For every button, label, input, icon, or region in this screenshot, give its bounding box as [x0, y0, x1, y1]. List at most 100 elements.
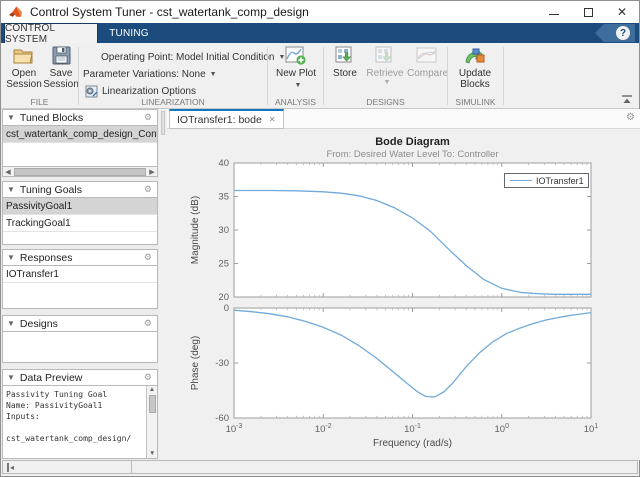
legend-label: IOTransfer1 [536, 175, 584, 186]
matlab-logo-icon [8, 6, 23, 17]
scroll-right-icon[interactable]: ▶ [147, 168, 157, 176]
designs-list [2, 332, 158, 363]
list-item[interactable]: IOTransfer1 [3, 266, 157, 283]
parameter-variations-label: Parameter Variations: [83, 69, 179, 80]
plot-legend[interactable]: IOTransfer1 [504, 173, 589, 188]
x-tick-label: 10-2 [315, 423, 332, 435]
panel-header-responses[interactable]: ▼ Responses ⚙ [2, 249, 158, 266]
vertical-scrollbar[interactable]: ▲ ▼ [146, 386, 157, 458]
x-tick-label: 100 [495, 423, 510, 435]
gear-icon[interactable]: ⚙ [144, 252, 152, 263]
panel-header-tuning-goals[interactable]: ▼ Tuning Goals ⚙ [2, 181, 158, 198]
collapse-triangle-icon[interactable]: ▼ [7, 319, 15, 328]
close-tab-icon[interactable]: ✕ [269, 115, 276, 124]
ribbon-section-linearization: Operating Point: Model Initial Condition… [79, 43, 285, 108]
save-disk-icon [52, 46, 70, 65]
list-item[interactable]: TrackingGoal1 [3, 215, 157, 232]
sidebar: ▼ Tuned Blocks ⚙ cst_watertank_comp_desi… [1, 109, 159, 460]
legend-line-sample [510, 180, 532, 181]
x-tick-label: 10-3 [226, 423, 243, 435]
panel-header-data-preview[interactable]: ▼ Data Preview ⚙ [2, 369, 158, 386]
scroll-down-icon[interactable]: ▼ [149, 450, 155, 457]
gear-icon[interactable]: ⚙ [144, 184, 152, 195]
operating-point-label: Operating Point: [101, 52, 174, 63]
retrieve-icon [375, 46, 392, 63]
y-tick-label: 35 [218, 192, 229, 203]
section-label-simulink: SIMULINK [455, 97, 496, 107]
compare-button[interactable]: Compare [407, 46, 448, 96]
plot-subtitle: From: Desired Water Level To: Controller [326, 149, 499, 160]
tab-tuning[interactable]: TUNING [98, 23, 160, 43]
panel-header-designs[interactable]: ▼ Designs ⚙ [2, 315, 158, 332]
retrieve-button[interactable]: Retrieve ▼ [365, 46, 405, 96]
collapse-triangle-icon[interactable]: ▼ [7, 185, 15, 194]
collapse-triangle-icon[interactable]: ▼ [7, 113, 15, 122]
chevron-down-icon: ▼ [294, 82, 302, 89]
collapse-sidebar-button[interactable]: ◂ [7, 462, 14, 472]
status-bar-right [132, 460, 638, 474]
scrollbar-thumb[interactable] [148, 395, 156, 413]
y-tick-label: -60 [215, 413, 229, 424]
plot-title: Bode Diagram [375, 136, 450, 148]
ribbon-section-file: Open Session Save Session FILE [1, 43, 81, 108]
collapse-triangle-icon[interactable]: ▼ [7, 253, 15, 262]
panel-header-tuned-blocks[interactable]: ▼ Tuned Blocks ⚙ [2, 109, 158, 126]
data-preview-text: Passivity Tuning Goal Name: PassivityGoal… [6, 390, 132, 443]
close-button[interactable]: ✕ [605, 1, 639, 23]
list-item[interactable]: cst_watertank_comp_design_Controller [3, 126, 157, 143]
y-tick-label: -30 [215, 358, 229, 369]
window-title: Control System Tuner - cst_watertank_com… [30, 5, 309, 19]
ribbon-section-analysis: New Plot ▼ ANALYSIS [268, 43, 323, 108]
collapse-triangle-icon[interactable]: ▼ [7, 373, 15, 382]
x-tick-label: 10-1 [404, 423, 421, 435]
new-plot-icon [285, 46, 306, 65]
status-bar: ◂ [1, 460, 639, 475]
document-tab-bar: IOTransfer1: bode ✕ ⚙ [167, 109, 640, 129]
gear-icon[interactable]: ⚙ [626, 112, 635, 123]
x-axis-label: Frequency (rad/s) [373, 438, 452, 449]
status-bar-left: ◂ [2, 460, 132, 474]
y-tick-label: 0 [224, 303, 229, 314]
responses-list: IOTransfer1 [2, 266, 158, 309]
horizontal-scrollbar[interactable]: ◀ ▶ [2, 167, 158, 177]
ribbon-section-designs: Store Retrieve ▼ Compare DESIGNS [324, 43, 448, 108]
new-plot-button[interactable]: New Plot ▼ [276, 46, 316, 96]
update-blocks-button[interactable]: Update Blocks [455, 46, 495, 96]
sidebar-splitter[interactable] [159, 109, 167, 460]
section-label-designs: DESIGNS [366, 97, 405, 107]
save-session-button[interactable]: Save Session [41, 46, 81, 96]
bode-figure: Bode Diagram From: Desired Water Level T… [167, 129, 640, 460]
list-item[interactable]: PassivityGoal1 [3, 198, 157, 215]
document-tab-iotransfer1-bode[interactable]: IOTransfer1: bode ✕ [169, 109, 284, 129]
magnitude-axis-label: Magnitude (dB) [190, 196, 201, 264]
help-button[interactable]: ? [595, 24, 635, 42]
minimize-button[interactable] [537, 1, 571, 23]
store-button[interactable]: Store [327, 46, 363, 96]
gear-icon[interactable]: ⚙ [144, 318, 152, 329]
data-preview-panel: Passivity Tuning Goal Name: PassivityGoal… [2, 386, 158, 459]
collapse-ribbon-button[interactable] [621, 95, 633, 104]
open-session-button[interactable]: Open Session [4, 46, 44, 96]
help-icon: ? [616, 26, 630, 40]
scrollbar-thumb[interactable] [14, 167, 146, 176]
gear-icon[interactable]: ⚙ [144, 372, 152, 383]
tuning-goals-list: PassivityGoal1 TrackingGoal1 [2, 198, 158, 245]
tab-control-system[interactable]: CONTROL SYSTEM [4, 23, 98, 45]
chevron-down-icon[interactable]: ▼ [210, 71, 217, 78]
scroll-up-icon[interactable]: ▲ [147, 386, 157, 393]
app-window: Control System Tuner - cst_watertank_com… [0, 0, 640, 477]
phase-axes [233, 307, 592, 419]
section-label-analysis: ANALYSIS [275, 97, 316, 107]
section-label-file: FILE [30, 97, 49, 107]
x-tick-label: 101 [584, 423, 599, 435]
operating-point-dropdown[interactable]: Model Initial Condition [176, 52, 274, 63]
phase-axis-label: Phase (deg) [190, 336, 201, 390]
ribbon-section-simulink: Update Blocks SIMULINK [448, 43, 503, 108]
parameter-variations-dropdown[interactable]: None [182, 69, 206, 80]
store-icon [335, 46, 352, 63]
gear-icon[interactable]: ⚙ [144, 112, 152, 123]
maximize-button[interactable] [571, 1, 605, 23]
scroll-left-icon[interactable]: ◀ [3, 168, 13, 176]
ribbon-toolbar: Open Session Save Session FILE Operating… [1, 43, 639, 109]
section-label-linearization: LINEARIZATION [141, 97, 205, 107]
